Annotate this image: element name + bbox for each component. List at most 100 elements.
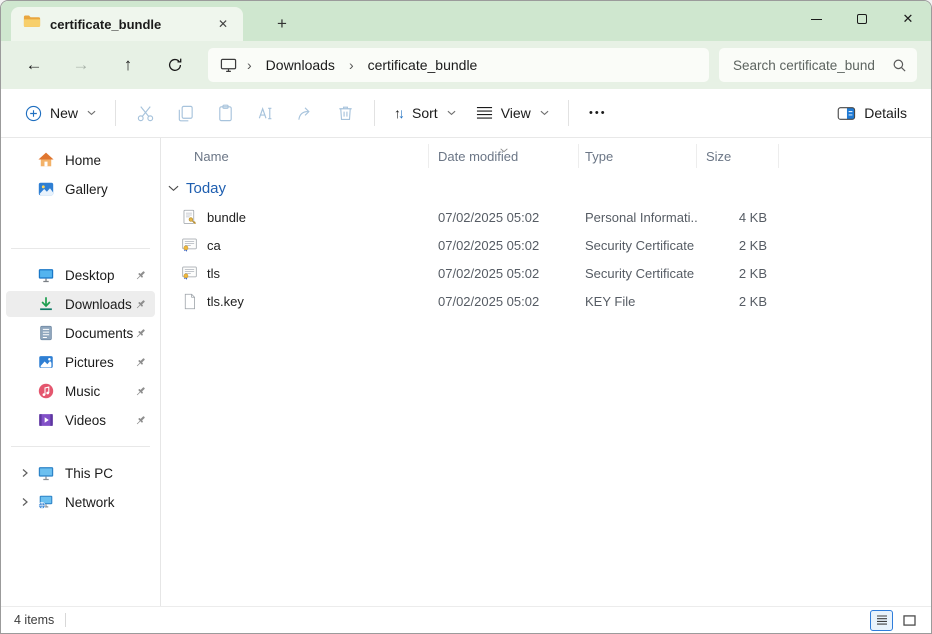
cut-button[interactable]	[125, 96, 165, 130]
search-box[interactable]	[719, 48, 917, 82]
sort-icon: ↑↓	[394, 105, 402, 121]
column-header-type[interactable]: Type	[579, 144, 697, 168]
thumbnail-view-icon	[903, 615, 916, 626]
file-name: tls	[207, 266, 220, 281]
file-size: 2 KB	[697, 266, 779, 281]
navigation-sidebar: Home Gallery	[1, 138, 161, 606]
file-type: KEY File	[579, 294, 697, 309]
sidebar-item-home[interactable]: Home	[6, 147, 155, 173]
up-button[interactable]: ↑	[109, 48, 147, 82]
file-date: 07/02/2025 05:02	[429, 238, 579, 253]
column-header-date-modified[interactable]: Date modified	[429, 144, 579, 168]
command-toolbar: New	[1, 89, 931, 138]
group-label: Today	[186, 180, 226, 197]
share-button[interactable]	[285, 96, 325, 130]
status-bar: 4 items	[1, 606, 931, 633]
file-name: ca	[207, 238, 221, 253]
maximize-icon	[857, 14, 867, 24]
file-type: Security Certificate	[579, 238, 697, 253]
breadcrumb-item-downloads[interactable]: Downloads	[262, 55, 339, 75]
tab-title: certificate_bundle	[50, 17, 202, 32]
file-size: 2 KB	[697, 294, 779, 309]
file-date: 07/02/2025 05:02	[429, 266, 579, 281]
close-button[interactable]: ✕	[885, 1, 931, 37]
toolbar-separator	[115, 100, 116, 126]
breadcrumb-item-certificate-bundle[interactable]: certificate_bundle	[364, 55, 482, 75]
expand-chevron-icon[interactable]	[14, 468, 36, 478]
chevron-down-icon	[540, 110, 549, 116]
tab-close-button[interactable]: ✕	[211, 12, 235, 36]
sidebar-item-this-pc[interactable]: This PC	[6, 460, 155, 486]
this-pc-monitor-icon	[220, 57, 237, 73]
large-thumbnails-view-button[interactable]	[898, 610, 921, 631]
sidebar-item-label: Pictures	[65, 355, 134, 370]
expand-chevron-icon[interactable]	[14, 497, 36, 507]
sidebar-item-label: Downloads	[65, 297, 134, 312]
chevron-down-icon	[87, 110, 96, 116]
desktop-icon	[36, 266, 55, 284]
view-lines-icon	[476, 106, 493, 120]
sidebar-item-pictures[interactable]: Pictures	[6, 349, 155, 375]
home-icon	[36, 151, 55, 169]
sidebar-item-network[interactable]: Network	[6, 489, 155, 515]
group-collapse-chevron-icon[interactable]	[168, 185, 179, 192]
view-button[interactable]: View	[466, 96, 559, 130]
sidebar-item-desktop[interactable]: Desktop	[6, 262, 155, 288]
file-name: tls.key	[207, 294, 244, 309]
pin-icon	[134, 269, 147, 282]
security-certificate-icon	[181, 265, 198, 281]
breadcrumb-separator: ›	[349, 57, 354, 73]
documents-icon	[36, 324, 55, 342]
forward-button[interactable]: →	[62, 48, 100, 82]
sidebar-item-label: Desktop	[65, 268, 134, 283]
copy-button[interactable]	[165, 96, 205, 130]
back-button[interactable]: ←	[15, 48, 53, 82]
sidebar-item-downloads[interactable]: Downloads	[6, 291, 155, 317]
items-count: 4 items	[14, 613, 54, 627]
sidebar-item-label: Home	[65, 153, 149, 168]
sidebar-item-videos[interactable]: Videos	[6, 407, 155, 433]
pin-icon	[134, 298, 147, 311]
explorer-tab[interactable]: certificate_bundle ✕	[11, 7, 243, 41]
minimize-button[interactable]	[793, 1, 839, 37]
file-list-area: Name Date modified Type Size Today	[161, 138, 931, 606]
more-options-button[interactable]: •••	[578, 96, 618, 130]
column-header-name[interactable]: Name	[161, 144, 429, 168]
new-button-label: New	[50, 105, 78, 121]
sidebar-item-documents[interactable]: Documents	[6, 320, 155, 346]
view-button-label: View	[501, 105, 531, 121]
file-row-bundle[interactable]: bundle 07/02/2025 05:02 Personal Informa…	[161, 203, 931, 231]
delete-button[interactable]	[325, 96, 365, 130]
trash-icon	[336, 104, 355, 123]
group-header-today[interactable]: Today	[161, 173, 931, 203]
pin-icon	[134, 414, 147, 427]
new-button[interactable]: New	[15, 96, 106, 130]
paste-icon	[216, 104, 235, 123]
details-view-button[interactable]	[870, 610, 893, 631]
file-row-ca[interactable]: ca 07/02/2025 05:02 Security Certificate…	[161, 231, 931, 259]
pictures-icon	[36, 353, 55, 371]
search-input[interactable]	[731, 57, 884, 74]
toolbar-separator	[374, 100, 375, 126]
file-row-tls[interactable]: tls 07/02/2025 05:02 Security Certificat…	[161, 259, 931, 287]
sort-descending-icon	[499, 141, 508, 156]
cut-icon	[136, 104, 155, 123]
file-row-tls-key[interactable]: tls.key 07/02/2025 05:02 KEY File 2 KB	[161, 287, 931, 315]
maximize-button[interactable]	[839, 1, 885, 37]
new-tab-button[interactable]: +	[269, 11, 295, 37]
key-file-icon	[181, 293, 198, 310]
column-header-size[interactable]: Size	[697, 144, 779, 168]
share-icon	[296, 104, 315, 123]
sidebar-divider	[11, 446, 150, 447]
rename-button[interactable]	[245, 96, 285, 130]
sort-button[interactable]: ↑↓ Sort	[384, 96, 466, 130]
refresh-icon	[167, 57, 183, 73]
sidebar-item-gallery[interactable]: Gallery	[6, 176, 155, 202]
paste-button[interactable]	[205, 96, 245, 130]
rename-icon	[256, 104, 275, 123]
breadcrumb[interactable]: › Downloads › certificate_bundle	[208, 48, 709, 82]
details-pane-button[interactable]: Details	[827, 96, 917, 130]
refresh-button[interactable]	[156, 48, 194, 82]
sidebar-item-music[interactable]: Music	[6, 378, 155, 404]
ellipsis-icon: •••	[589, 107, 607, 119]
